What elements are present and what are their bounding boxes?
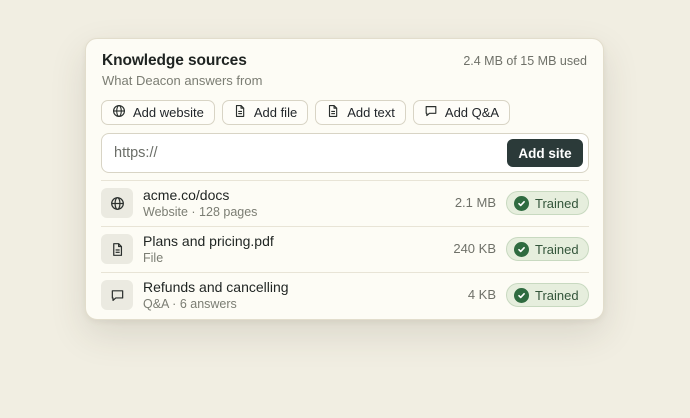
card-subtitle: What Deacon answers from — [102, 73, 263, 88]
check-circle-icon — [514, 287, 529, 303]
source-meta: File — [143, 251, 164, 265]
source-row-file[interactable]: Plans and pricing.pdf File 240 KB Traine… — [101, 226, 589, 272]
card-title: Knowledge sources — [102, 52, 247, 69]
card-header: Knowledge sources What Deacon answers fr… — [102, 52, 587, 92]
status-badge: Trained — [506, 283, 589, 307]
source-name: Plans and pricing.pdf — [143, 233, 274, 249]
add-website-button[interactable]: Add website — [101, 100, 215, 125]
add-file-button[interactable]: Add file — [221, 100, 309, 125]
status-label: Trained — [535, 241, 579, 257]
source-name: acme.co/docs — [143, 187, 230, 203]
file-icon — [233, 104, 247, 121]
source-size: 4 KB — [467, 287, 496, 302]
storage-usage: 2.4 MB of 15 MB used — [463, 54, 587, 68]
add-text-label: Add text — [347, 105, 395, 120]
status-badge: Trained — [506, 237, 589, 261]
source-meta: Q&A · 6 answers — [143, 297, 237, 311]
add-qa-button[interactable]: Add Q&A — [412, 100, 511, 125]
chat-bubble-icon — [424, 104, 438, 121]
check-circle-icon — [514, 195, 529, 211]
status-label: Trained — [535, 287, 579, 303]
sources-list: acme.co/docs Website · 128 pages 2.1 MB … — [101, 180, 589, 318]
add-file-label: Add file — [253, 105, 298, 120]
text-doc-icon — [326, 104, 340, 121]
globe-icon — [101, 188, 133, 218]
url-input[interactable] — [114, 143, 494, 163]
chat-bubble-icon — [101, 280, 133, 310]
source-meta: Website · 128 pages — [143, 205, 258, 219]
source-row-website[interactable]: acme.co/docs Website · 128 pages 2.1 MB … — [101, 180, 589, 226]
globe-icon — [112, 104, 126, 121]
status-badge: Trained — [506, 191, 589, 215]
status-label: Trained — [535, 195, 579, 211]
source-size: 2.1 MB — [454, 195, 496, 210]
add-text-button[interactable]: Add text — [315, 100, 406, 125]
add-website-label: Add website — [133, 105, 204, 120]
url-entry-row: Add site — [101, 133, 589, 173]
add-source-toolbar: Add website Add file Add text Add Q&A — [101, 100, 511, 125]
file-icon — [101, 234, 133, 264]
source-size: 240 KB — [453, 241, 496, 256]
source-row-qa[interactable]: Refunds and cancelling Q&A · 6 answers 4… — [101, 272, 589, 318]
check-circle-icon — [514, 241, 529, 257]
knowledge-sources-card: Knowledge sources What Deacon answers fr… — [85, 38, 604, 320]
add-site-button[interactable]: Add site — [507, 139, 583, 167]
add-qa-label: Add Q&A — [444, 105, 500, 120]
source-name: Refunds and cancelling — [143, 279, 289, 295]
